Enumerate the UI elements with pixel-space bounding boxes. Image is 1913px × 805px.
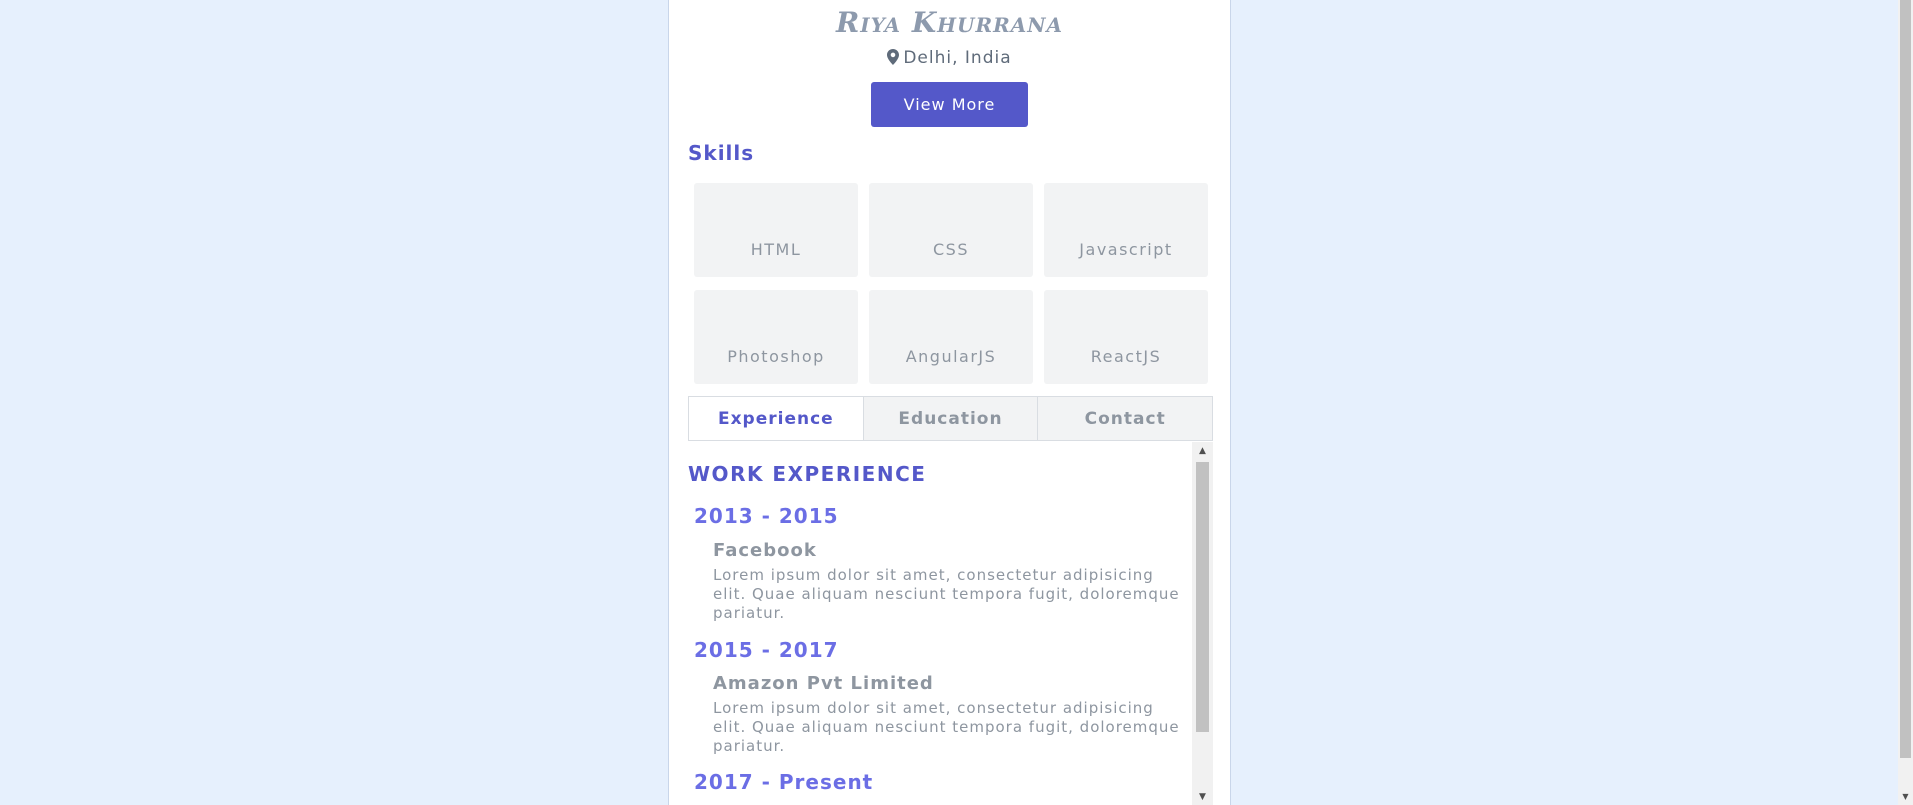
scroll-up-arrow-icon[interactable]: ▲ [1192, 442, 1213, 459]
experience-description: Lorem ipsum dolor sit amet, consectetur … [713, 699, 1180, 755]
experience-years: 2013 - 2015 [694, 504, 839, 528]
map-marker-icon [887, 49, 900, 65]
skill-tile-angularjs: AngularJS [869, 290, 1033, 384]
page-scroll-thumb[interactable] [1900, 0, 1911, 758]
profile-tabs: Experience Education Contact [688, 396, 1213, 441]
location-text: Delhi, India [903, 48, 1012, 68]
experience-company: Facebook [713, 540, 817, 561]
experience-description: Lorem ipsum dolor sit amet, consectetur … [713, 566, 1180, 622]
experience-years: 2017 - Present [694, 770, 874, 794]
tab-contact[interactable]: Contact [1037, 397, 1213, 440]
work-experience-heading: WORK EXPERIENCE [688, 462, 927, 486]
experience-panel: WORK EXPERIENCE 2013 - 2015 Facebook Lor… [688, 442, 1192, 805]
skill-tile-reactjs: ReactJS [1044, 290, 1208, 384]
skills-grid: HTML CSS Javascript Photoshop AngularJS … [694, 183, 1208, 384]
skill-tile-css: CSS [869, 183, 1033, 277]
page-scroll-down-arrow-icon[interactable]: ▼ [1898, 788, 1913, 805]
profile-card: Riya Khurrana Delhi, India View More Ski… [668, 0, 1231, 805]
profile-name: Riya Khurrana [835, 6, 1064, 39]
experience-years: 2015 - 2017 [694, 638, 839, 662]
panel-scroll-thumb[interactable] [1196, 462, 1209, 732]
page-scrollbar[interactable]: ▼ [1898, 0, 1913, 805]
skills-heading: Skills [688, 141, 755, 165]
skill-tile-html: HTML [694, 183, 858, 277]
tab-education[interactable]: Education [862, 397, 1038, 440]
scroll-down-arrow-icon[interactable]: ▼ [1192, 788, 1213, 805]
skill-tile-javascript: Javascript [1044, 183, 1208, 277]
skill-tile-photoshop: Photoshop [694, 290, 858, 384]
experience-company: Amazon Pvt Limited [713, 673, 934, 694]
profile-location: Delhi, India [669, 48, 1230, 68]
tab-experience[interactable]: Experience [689, 397, 863, 440]
panel-scrollbar[interactable]: ▲ ▼ [1192, 442, 1213, 805]
view-more-button[interactable]: View More [871, 82, 1028, 127]
